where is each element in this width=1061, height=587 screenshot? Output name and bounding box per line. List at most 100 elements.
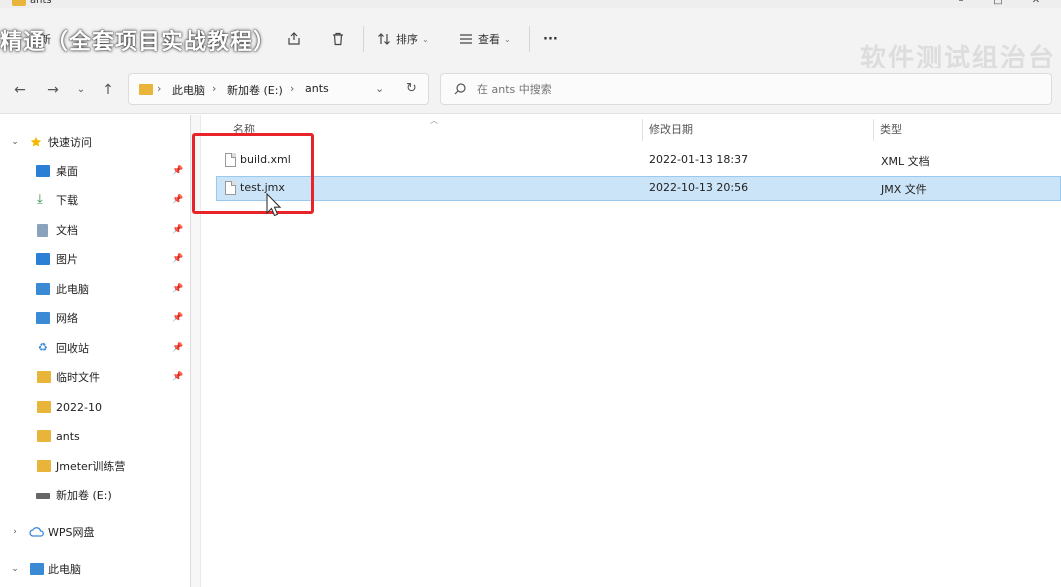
search-box[interactable] <box>440 73 1052 105</box>
refresh-icon[interactable]: ↻ <box>406 81 417 96</box>
sidebar-item-desktop[interactable]: 桌面 📌 <box>0 158 190 184</box>
breadcrumb-separator: › <box>212 82 217 95</box>
sidebar-item-this-pc[interactable]: ⌄ 此电脑 <box>0 556 190 582</box>
sort-ascending-icon: ︿ <box>430 116 438 125</box>
command-bar: 新 排序 ⌄ 查看 ⌄ ··· 精通（全套项目实战教程） 软件测试组治台 <box>0 8 1061 74</box>
sidebar-item-label: 文档 <box>56 224 78 237</box>
file-modified: 2022-01-13 18:37 <box>649 153 749 166</box>
delete-button[interactable] <box>330 29 346 49</box>
sidebar-item-label: 下载 <box>56 194 78 207</box>
address-bar[interactable]: › 此电脑 › 新加卷 (E:) › ants ⌄ ↻ <box>128 73 429 105</box>
trash-icon <box>333 32 343 46</box>
desktop-icon <box>36 165 50 177</box>
sidebar-item-label: 此电脑 <box>56 283 89 296</box>
sidebar-item-network[interactable]: 网络 📌 <box>0 305 190 331</box>
pin-icon: 📌 <box>172 343 184 353</box>
view-button[interactable]: 查看 ⌄ <box>458 29 511 49</box>
picture-icon <box>36 253 50 265</box>
sort-icon <box>378 33 390 45</box>
sidebar-item-label: 2022-10 <box>56 400 102 414</box>
document-icon <box>37 223 48 237</box>
folder-icon <box>37 401 51 413</box>
pin-icon: 📌 <box>172 225 184 235</box>
column-header-type[interactable]: 类型 <box>880 121 902 141</box>
pin-icon: 📌 <box>172 195 184 205</box>
sidebar-item-downloads[interactable]: ⤓ 下载 📌 <box>0 187 190 213</box>
pin-icon: 📌 <box>172 313 184 323</box>
more-options-button[interactable]: ··· <box>543 29 558 49</box>
maximize-button[interactable]: □ <box>992 0 1004 6</box>
sidebar-item-label: 网络 <box>56 312 78 325</box>
minimize-button[interactable]: – <box>955 0 967 6</box>
sidebar-item-2022-10[interactable]: 2022-10 <box>0 394 190 420</box>
pin-icon: 📌 <box>172 166 184 176</box>
sidebar-item-label: 回收站 <box>56 342 89 355</box>
back-arrow-icon[interactable]: ← <box>11 81 29 99</box>
pin-icon: 📌 <box>172 372 184 382</box>
folder-icon <box>139 84 153 95</box>
close-button[interactable]: ✕ <box>1030 0 1042 6</box>
sort-button[interactable]: 排序 ⌄ <box>376 29 429 49</box>
file-row-build-xml[interactable]: build.xml 2022-01-13 18:37 XML 文档 <box>216 148 1061 173</box>
chevron-down-icon[interactable]: ⌄ <box>375 82 384 95</box>
folder-icon <box>37 371 51 383</box>
breadcrumb-ants[interactable]: ants <box>305 82 329 95</box>
sidebar-item-label: 桌面 <box>56 165 78 178</box>
file-modified: 2022-10-13 20:56 <box>649 181 749 194</box>
network-icon <box>36 312 50 324</box>
share-button[interactable] <box>286 29 302 49</box>
sidebar-item-label: 临时文件 <box>56 371 100 384</box>
view-label: 查看 <box>478 33 500 46</box>
toolbar-divider <box>363 26 364 52</box>
sort-label: 排序 <box>396 33 418 46</box>
star-icon <box>30 136 42 147</box>
pin-icon: 📌 <box>172 254 184 264</box>
chevron-down-icon: ⌄ <box>504 34 511 44</box>
more-icon: ··· <box>543 31 558 47</box>
sidebar-item-quick-access[interactable]: ⌄ 快速访问 <box>0 129 190 155</box>
navigation-bar: ← → ⌄ ↑ › 此电脑 › 新加卷 (E:) › ants ⌄ ↻ <box>0 68 1061 114</box>
sidebar-item-label: WPS网盘 <box>48 526 95 539</box>
drive-icon <box>36 493 50 499</box>
sidebar-item-wps[interactable]: › WPS网盘 <box>0 519 190 545</box>
cloud-icon <box>29 527 44 537</box>
view-icon <box>460 34 472 44</box>
column-divider[interactable] <box>642 119 643 141</box>
sidebar-item-ants[interactable]: ants <box>0 423 190 449</box>
sidebar-item-label: 新加卷 (E:) <box>56 489 112 502</box>
folder-icon <box>12 0 26 6</box>
sidebar-item-pictures[interactable]: 图片 📌 <box>0 246 190 272</box>
column-header-modified[interactable]: 修改日期 <box>649 121 693 141</box>
chevron-down-icon[interactable]: ⌄ <box>10 137 20 147</box>
sidebar-item-jmeter[interactable]: Jmeter训练营 <box>0 453 190 479</box>
file-row-test-jmx[interactable]: test.jmx 2022-10-13 20:56 JMX 文件 <box>216 176 1061 201</box>
pin-icon: 📌 <box>172 284 184 294</box>
sidebar-item-drive-e[interactable]: 新加卷 (E:) <box>0 482 190 508</box>
video-caption-overlay: 精通（全套项目实战教程） <box>0 30 277 55</box>
file-list: ︿ 名称 修改日期 类型 build.xml 2022-01-13 18:37 … <box>202 115 1061 587</box>
file-type: JMX 文件 <box>881 183 927 196</box>
folder-icon <box>37 460 51 472</box>
breadcrumb-separator: › <box>157 82 162 95</box>
sidebar-item-documents[interactable]: 文档 📌 <box>0 217 190 243</box>
toolbar-divider <box>529 26 530 52</box>
up-arrow-icon[interactable]: ↑ <box>99 81 117 99</box>
sidebar-item-recycle-bin[interactable]: ♻ 回收站 📌 <box>0 335 190 361</box>
sidebar-item-label: ants <box>56 429 80 443</box>
chevron-down-icon[interactable]: ⌄ <box>10 564 20 574</box>
chevron-right-icon[interactable]: › <box>10 527 20 537</box>
share-icon <box>288 32 300 45</box>
recent-locations-icon[interactable]: ⌄ <box>72 81 90 99</box>
breadcrumb-drive[interactable]: 新加卷 (E:) <box>227 82 283 98</box>
breadcrumb-separator: › <box>290 82 295 95</box>
window-title: ants <box>30 0 52 6</box>
sidebar-item-label: 图片 <box>56 253 78 266</box>
breadcrumb-this-pc[interactable]: 此电脑 <box>172 82 205 98</box>
search-input[interactable] <box>477 80 1017 98</box>
download-icon: ⤓ <box>37 192 43 207</box>
sidebar-item-this-pc-pinned[interactable]: 此电脑 📌 <box>0 276 190 302</box>
column-divider[interactable] <box>873 119 874 141</box>
forward-arrow-icon[interactable]: → <box>44 81 62 99</box>
computer-icon <box>36 283 50 295</box>
sidebar-item-temp-files[interactable]: 临时文件 📌 <box>0 364 190 390</box>
